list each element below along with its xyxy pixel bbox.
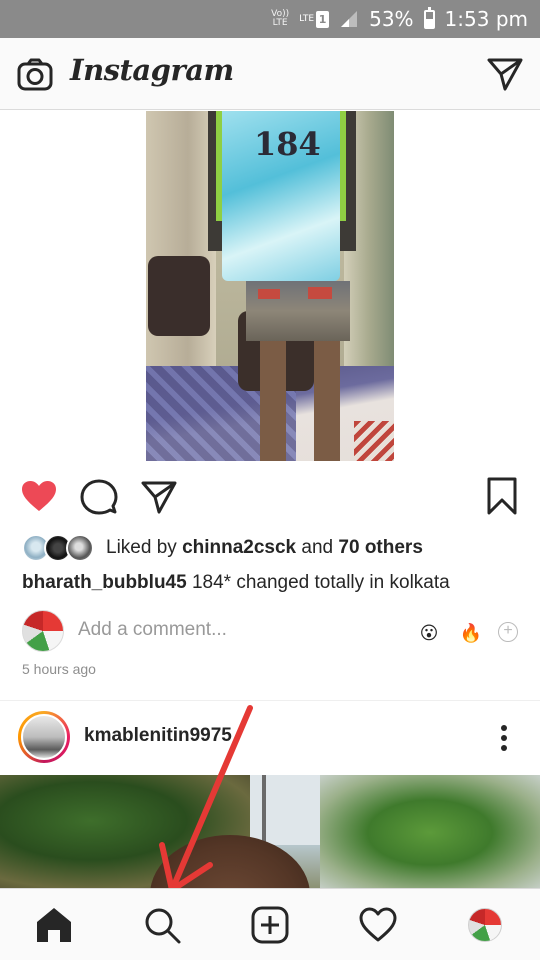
instagram-logo: Instagram — [70, 53, 234, 87]
lte-label: LTE — [299, 14, 315, 24]
my-avatar — [22, 610, 64, 652]
liker-avatars — [22, 534, 100, 562]
post-photo: 184 — [146, 111, 394, 461]
liker-avatar — [66, 534, 94, 562]
sim-indicator: 1 — [316, 10, 330, 28]
home-icon[interactable] — [34, 905, 74, 945]
add-comment-input[interactable] — [78, 619, 378, 641]
camera-icon[interactable] — [16, 56, 54, 94]
like-heart-icon[interactable] — [20, 479, 58, 513]
caption-text: 184* changed totally in kolkata — [191, 572, 450, 593]
top-app-bar: Instagram — [0, 38, 540, 110]
direct-message-icon[interactable] — [486, 56, 524, 92]
liked-by-user[interactable]: chinna2csck — [182, 537, 296, 558]
story-ring-avatar[interactable] — [18, 711, 70, 763]
share-icon[interactable] — [140, 479, 178, 515]
liked-by-prefix: Liked by — [106, 537, 177, 558]
volte-indicator: Vo)) LTE — [271, 9, 290, 28]
bottom-navigation — [0, 888, 540, 960]
comment-composer: 😮 🔥 + — [22, 610, 522, 656]
post-caption: bharath_bubblu45 184* changed totally in… — [22, 572, 450, 594]
battery-icon — [423, 6, 435, 29]
status-time: 1:53 pm — [444, 7, 528, 31]
post-image[interactable] — [0, 775, 540, 890]
avatar — [21, 714, 67, 760]
quick-emoji-fire[interactable]: 🔥 — [458, 620, 484, 646]
post-header: kmablenitin9975 — [0, 700, 540, 774]
status-bar: Vo)) LTE LTE 1 53% 1:53 pm — [0, 0, 540, 38]
post-actions — [0, 462, 540, 530]
liked-by-and: and — [301, 537, 334, 558]
search-icon[interactable] — [142, 905, 182, 945]
quick-emoji-surprised[interactable]: 😮 — [416, 620, 442, 646]
activity-heart-icon[interactable] — [358, 905, 398, 945]
liked-by-text: Liked by chinna2csck and 70 others — [106, 537, 423, 559]
signal-icon — [341, 11, 358, 27]
profile-avatar[interactable] — [468, 908, 502, 942]
add-post-icon[interactable] — [250, 905, 290, 945]
post-image[interactable]: 184 — [0, 111, 540, 461]
comment-icon[interactable] — [80, 479, 118, 515]
network-indicator: LTE 1 — [299, 10, 330, 28]
post-timestamp: 5 hours ago — [22, 661, 96, 677]
caption-username[interactable]: bharath_bubblu45 — [22, 572, 187, 593]
instagram-feed-screen: Vo)) LTE LTE 1 53% 1:53 pm Instagram 184… — [0, 0, 540, 960]
more-options-icon[interactable] — [492, 723, 516, 753]
post-username[interactable]: kmablenitin9975 — [84, 725, 232, 747]
liked-by-others[interactable]: 70 others — [338, 537, 422, 558]
likes-summary[interactable]: Liked by chinna2csck and 70 others — [22, 533, 423, 563]
bookmark-icon[interactable] — [486, 477, 518, 515]
add-emoji-icon[interactable]: + — [498, 622, 518, 642]
jersey-number: 184 — [254, 125, 321, 163]
battery-percent: 53% — [369, 7, 414, 31]
